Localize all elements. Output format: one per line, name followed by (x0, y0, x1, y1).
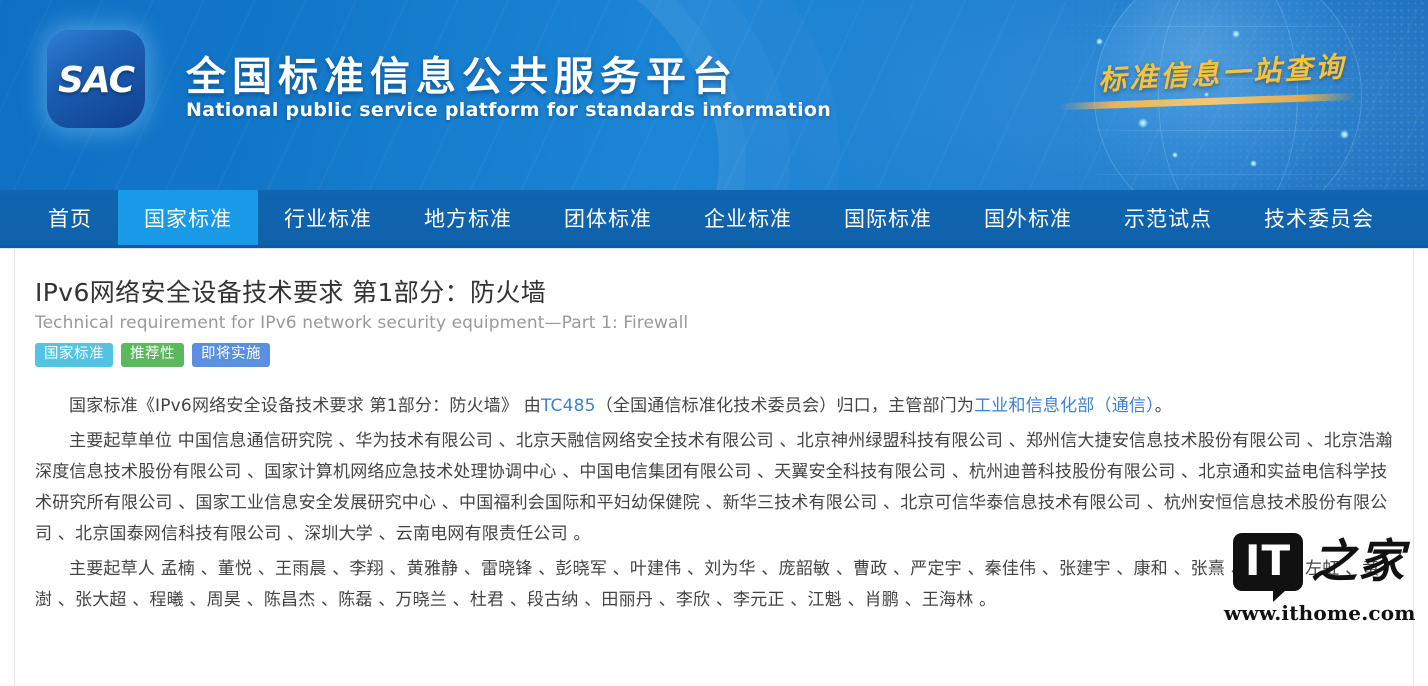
spark-dot (1172, 152, 1178, 158)
banner-slogan: 标准信息一站查询 (1097, 50, 1347, 97)
paragraph-text: 主要起草单位 中国信息通信研究院 、华为技术有限公司 、北京天融信网络安全技术有… (35, 430, 1393, 544)
inline-link[interactable]: TC485 (541, 396, 596, 416)
site-header-banner: SAC 全国标准信息公共服务平台 National public service… (0, 0, 1428, 190)
nav-item-label: 首页 (48, 206, 92, 231)
drafting-organizations-paragraph: 主要起草单位 中国信息通信研究院 、华为技术有限公司 、北京天融信网络安全技术有… (35, 426, 1393, 550)
nav-item-4[interactable]: 团体标准 (538, 190, 678, 245)
site-title-en: National public service platform for sta… (186, 99, 832, 121)
ithome-url: www.ithome.com (1224, 601, 1416, 625)
nav-item-label: 国外标准 (984, 206, 1072, 231)
nav-item-3[interactable]: 地方标准 (398, 190, 538, 245)
drafters-paragraph: 主要起草人 孟楠 、董悦 、王雨晨 、李翔 、黄雅静 、雷晓锋 、彭晓军 、叶建… (35, 554, 1393, 616)
site-title-cn: 全国标准信息公共服务平台 (186, 54, 738, 100)
spark-dot (1340, 130, 1349, 139)
nav-item-6[interactable]: 国际标准 (818, 190, 958, 245)
content-area: IPv6网络安全设备技术要求 第1部分：防火墙 Technical requir… (0, 248, 1428, 686)
spark-dot (1138, 118, 1148, 128)
ithome-watermark: IT 之家 www.ithome.com (1224, 533, 1416, 625)
status-badge-1: 推荐性 (121, 343, 184, 367)
spark-dot (1250, 160, 1257, 167)
inline-link[interactable]: 工业和信息化部（通信） (974, 396, 1155, 416)
nav-item-2[interactable]: 行业标准 (258, 190, 398, 245)
scope-paragraph: 国家标准《IPv6网络安全设备技术要求 第1部分：防火墙》 由TC485（全国通… (35, 391, 1393, 422)
paragraph-text: （全国通信标准化技术委员会）归口，主管部门为 (595, 395, 975, 416)
paragraph-text: 国家标准《IPv6网络安全设备技术要求 第1部分：防火墙》 由 (69, 395, 541, 416)
nav-item-label: 国家标准 (144, 206, 232, 231)
nav-item-label: 示范试点 (1124, 206, 1212, 231)
nav-item-label: 企业标准 (704, 206, 792, 231)
nav-item-0[interactable]: 首页 (22, 190, 118, 245)
nav-item-9[interactable]: 技术委员会 (1238, 190, 1400, 245)
ithome-logo-cn: 之家 (1311, 534, 1406, 588)
status-badge-2: 即将实施 (192, 343, 270, 367)
spark-dot (1096, 38, 1103, 45)
sac-logo-text: SAC (57, 60, 135, 101)
sac-logo[interactable]: SAC (47, 30, 145, 128)
nav-item-label: 地方标准 (424, 206, 512, 231)
nav-item-7[interactable]: 国外标准 (958, 190, 1098, 245)
nav-item-5[interactable]: 企业标准 (678, 190, 818, 245)
nav-item-label: 国际标准 (844, 206, 932, 231)
paragraph-text: 。 (1154, 395, 1172, 416)
nav-item-1[interactable]: 国家标准 (118, 190, 258, 245)
status-badge-0: 国家标准 (35, 343, 113, 367)
document-body: 国家标准《IPv6网络安全设备技术要求 第1部分：防火墙》 由TC485（全国通… (35, 391, 1393, 616)
page-subtitle: Technical requirement for IPv6 network s… (35, 313, 689, 334)
nav-item-label: 技术委员会 (1264, 206, 1374, 231)
spark-dot (1232, 30, 1240, 38)
content-panel: IPv6网络安全设备技术要求 第1部分：防火墙 Technical requir… (14, 249, 1414, 686)
nav-item-label: 团体标准 (564, 206, 652, 231)
page-title: IPv6网络安全设备技术要求 第1部分：防火墙 (35, 278, 547, 307)
ithome-logo-mark: IT (1232, 533, 1304, 602)
page-root: SAC 全国标准信息公共服务平台 National public service… (0, 0, 1428, 686)
nav-item-label: 行业标准 (284, 206, 372, 231)
paragraph-text: 主要起草人 孟楠 、董悦 、王雨晨 、李翔 、黄雅静 、雷晓锋 、彭晓军 、叶建… (35, 558, 1380, 610)
status-badge-group: 国家标准 推荐性 即将实施 (35, 343, 1393, 367)
main-navigation: 首页 国家标准 行业标准 地方标准 团体标准 企业标准 国际标准 国外标准 示范试点 技术委员会 (0, 190, 1428, 248)
nav-item-8[interactable]: 示范试点 (1098, 190, 1238, 245)
